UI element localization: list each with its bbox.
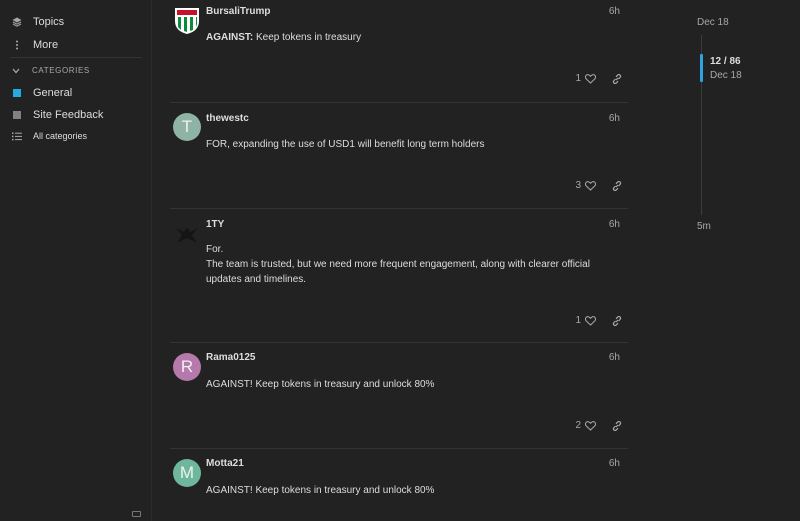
timeline-end-label[interactable]: 5m [697, 221, 711, 232]
like-button[interactable]: 3 [575, 180, 596, 191]
like-button[interactable]: 1 [575, 315, 596, 326]
link-icon [612, 73, 622, 84]
link-icon [612, 315, 622, 326]
post-username[interactable]: BursaliTrump [206, 6, 270, 17]
timeline-position-date: Dec 18 [710, 70, 742, 81]
like-count: 2 [575, 420, 581, 431]
avatar-letter: T [181, 117, 193, 136]
club-crest-icon [175, 8, 199, 34]
post-time[interactable]: 6h [609, 352, 620, 363]
post-body-text: Keep tokens in treasury [253, 32, 362, 43]
share-link-button[interactable] [612, 180, 622, 191]
timeline-position: 12 / 86 [710, 56, 741, 67]
post: R Rama0125 6h AGAINST! Keep tokens in tr… [170, 342, 628, 448]
sidebar-item-label: General [33, 87, 73, 99]
category-badge-icon [12, 88, 22, 98]
post-body: AGAINST! Keep tokens in treasury and unl… [206, 485, 435, 496]
post-body: FOR, expanding the use of USD1 will bene… [206, 139, 485, 150]
avatar[interactable] [173, 219, 201, 247]
post-body: AGAINST: Keep tokens in treasury [206, 30, 616, 45]
like-count: 3 [575, 180, 581, 191]
avatar[interactable]: M [173, 459, 201, 487]
heart-icon [585, 420, 596, 431]
sidebar: Topics More CATEGORIES General Site Feed… [0, 0, 152, 521]
share-link-button[interactable] [612, 420, 622, 431]
timeline-handle[interactable] [700, 54, 703, 82]
avatar[interactable] [173, 6, 201, 34]
dark-logo-icon [176, 227, 198, 243]
avatar[interactable]: T [173, 113, 201, 141]
post-username[interactable]: Rama0125 [206, 352, 255, 363]
link-icon [612, 420, 622, 431]
like-button[interactable]: 1 [575, 73, 596, 84]
sidebar-item-site-feedback[interactable]: Site Feedback [12, 109, 103, 121]
post-username[interactable]: Motta21 [206, 458, 244, 469]
list-icon [12, 131, 22, 141]
sidebar-item-label: All categories [33, 131, 88, 141]
like-button[interactable]: 2 [575, 420, 596, 431]
post-actions: 1 [575, 73, 622, 84]
chevron-down-icon [12, 68, 20, 74]
post-body: For. The team is trusted, but we need mo… [206, 242, 616, 287]
categories-header: CATEGORIES [32, 66, 90, 75]
share-link-button[interactable] [612, 315, 622, 326]
post-time[interactable]: 6h [609, 6, 620, 17]
post-body: AGAINST! Keep tokens in treasury and unl… [206, 379, 435, 390]
heart-icon [585, 315, 596, 326]
post-body-line: The team is trusted, but we need more fr… [206, 259, 590, 285]
share-link-button[interactable] [612, 73, 622, 84]
post-time[interactable]: 6h [609, 219, 620, 230]
heart-icon [585, 180, 596, 191]
avatar-letter: R [180, 357, 194, 376]
post-username[interactable]: thewestc [206, 113, 249, 124]
post-time[interactable]: 6h [609, 113, 620, 124]
post-time[interactable]: 6h [609, 458, 620, 469]
category-badge-icon [12, 110, 22, 120]
post: M Motta21 6h AGAINST! Keep tokens in tre… [170, 448, 628, 521]
keyboard-icon[interactable] [132, 511, 141, 517]
sidebar-item-label: More [33, 39, 59, 51]
sidebar-item-more[interactable]: More [12, 39, 58, 51]
post-actions: 2 [575, 420, 622, 431]
post: BursaliTrump 6h AGAINST: Keep tokens in … [170, 0, 628, 102]
sidebar-item-label: Site Feedback [33, 109, 104, 121]
heart-icon [585, 73, 596, 84]
post: T thewestc 6h FOR, expanding the use of … [170, 102, 628, 208]
sidebar-divider [10, 57, 142, 58]
categories-toggle[interactable]: CATEGORIES [12, 66, 90, 75]
avatar-letter: M [179, 463, 195, 482]
like-count: 1 [575, 315, 581, 326]
sidebar-item-all-categories[interactable]: All categories [12, 131, 87, 141]
sidebar-item-label: Topics [33, 16, 65, 28]
post-actions: 1 [575, 315, 622, 326]
post-username[interactable]: 1TY [206, 219, 224, 230]
post-body-line: For. [206, 244, 224, 255]
sidebar-item-topics[interactable]: Topics [12, 16, 64, 28]
like-count: 1 [575, 73, 581, 84]
sidebar-item-general[interactable]: General [12, 87, 72, 99]
post: 1TY 6h For. The team is trusted, but we … [170, 208, 628, 342]
vertical-ellipsis-icon [12, 40, 22, 50]
post-actions: 3 [575, 180, 622, 191]
avatar[interactable]: R [173, 353, 201, 381]
layers-icon [12, 17, 22, 27]
post-body-bold: AGAINST: [206, 32, 254, 43]
timeline-start-date[interactable]: Dec 18 [697, 17, 729, 28]
link-icon [612, 180, 622, 191]
